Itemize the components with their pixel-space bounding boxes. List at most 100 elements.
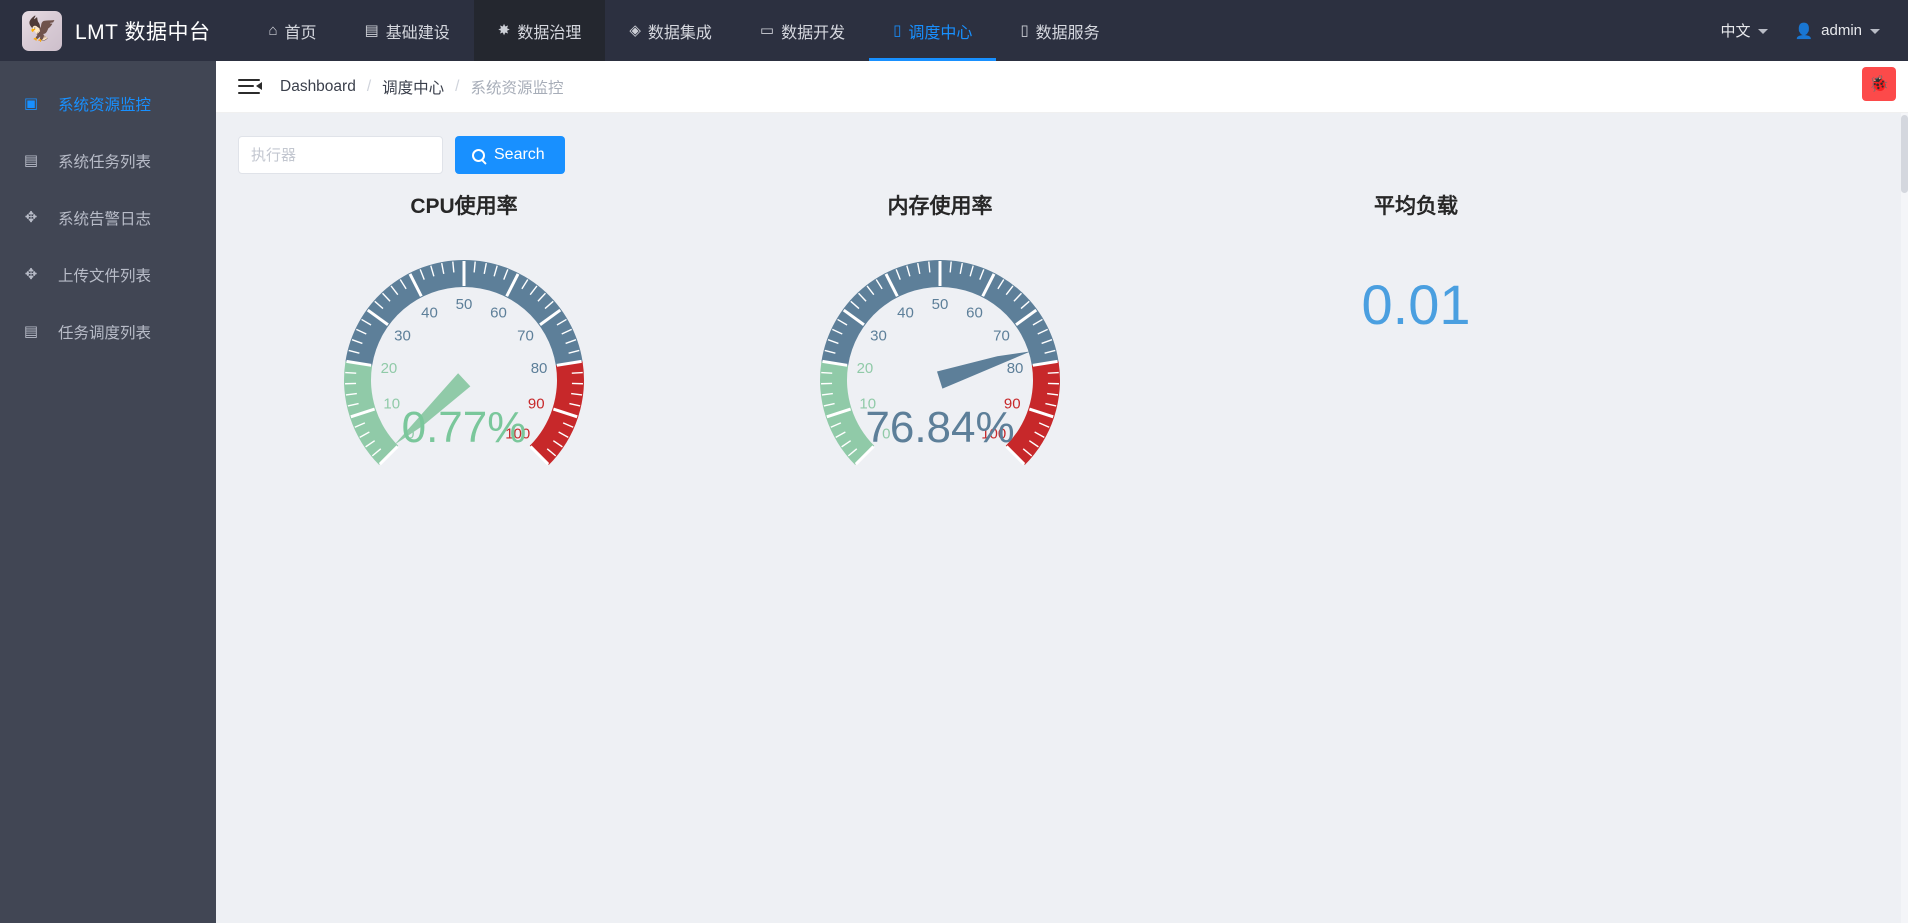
nav-item-data-integration[interactable]: ◈ 数据集成 [605,0,736,61]
average-load-panel: 平均负载 0.01 [1178,172,1654,337]
chevron-down-icon [1870,29,1880,34]
svg-text:40: 40 [897,304,914,321]
monitor-icon: ▭ [760,23,774,38]
svg-text:20: 20 [857,360,874,377]
sidebar-item-system-resource-monitor[interactable]: ▣ 系统资源监控 [0,75,216,132]
metrics-panels: CPU使用率 01020304050607080901000.77% 内存使用率… [216,172,1908,470]
breadcrumb-item-system-resource-monitor: 系统资源监控 [470,76,563,98]
primary-nav: ⌂ 首页 ▤ 基础建设 ✸ 数据治理 ◈ 数据集成 ▭ 数据开发 ▯ 调度中心 … [244,0,1123,61]
bug-report-button[interactable]: 🐞 [1862,67,1896,101]
svg-text:30: 30 [394,327,411,344]
content-area: Search CPU使用率 01020304050607080901000.77… [216,113,1908,923]
nav-item-label: 数据集成 [648,19,712,43]
user-avatar-icon: 👤 [1794,22,1813,40]
nav-item-data-service[interactable]: ▯ 数据服务 [996,0,1123,61]
cpu-usage-gauge: 01020304050607080901000.77% [226,220,702,470]
sidebar-item-system-alarm-log[interactable]: ✥ 系统告警日志 [0,189,216,246]
nav-item-label: 数据开发 [781,19,845,43]
hamburger-collapse-icon[interactable] [238,79,260,95]
sidebar-item-label: 上传文件列表 [58,264,151,286]
brand-logo-area[interactable]: 🦅 LMT 数据中台 [0,0,244,61]
sidebar-item-label: 系统资源监控 [58,93,151,115]
vertical-scrollbar-track[interactable] [1901,113,1908,923]
svg-text:60: 60 [490,304,507,321]
nav-item-label: 数据服务 [1036,19,1100,43]
svg-text:60: 60 [966,304,983,321]
sidebar-item-upload-file-list[interactable]: ✥ 上传文件列表 [0,246,216,303]
search-icon [472,149,485,162]
cpu-usage-panel: CPU使用率 01020304050607080901000.77% [226,172,702,470]
svg-text:10: 10 [383,395,400,412]
cpu-gauge-title: CPU使用率 [226,190,702,220]
node-icon: ✥ [22,210,40,225]
search-button[interactable]: Search [455,136,565,174]
svg-text:50: 50 [456,296,473,313]
memory-gauge-title: 内存使用率 [702,190,1178,220]
document-icon: ▤ [365,23,379,38]
gear-icon: ✸ [498,23,511,38]
upload-icon: ▯ [1020,23,1028,38]
clipboard-icon: ▯ [893,23,901,38]
main-region: Dashboard / 调度中心 / 系统资源监控 🐞 Search [216,61,1908,923]
chevron-down-icon [1758,29,1768,34]
language-selector[interactable]: 中文 [1720,20,1768,41]
code-window-icon: ▣ [22,96,40,111]
nav-item-label: 基础建设 [386,19,450,43]
svg-text:70: 70 [517,327,534,344]
breadcrumb-item-dashboard[interactable]: Dashboard [280,78,356,96]
bug-icon: 🐞 [1869,74,1889,94]
svg-text:20: 20 [381,360,398,377]
cpu-gauge-svg: 01020304050607080901000.77% [314,220,614,470]
sidebar-item-label: 系统任务列表 [58,150,151,172]
nav-item-data-development[interactable]: ▭ 数据开发 [736,0,869,61]
nav-item-data-governance[interactable]: ✸ 数据治理 [474,0,606,61]
list-icon: ▤ [22,153,40,168]
svg-text:0.77%: 0.77% [402,403,527,452]
sidebar-item-label: 任务调度列表 [58,321,151,343]
memory-gauge-svg: 010203040506070809010076.84% [790,220,1090,470]
svg-text:90: 90 [528,395,545,412]
average-load-value: 0.01 [1178,272,1654,337]
nav-item-label: 调度中心 [908,19,972,43]
list-icon: ▤ [22,324,40,339]
breadcrumb-separator: / [455,78,459,96]
svg-text:76.84%: 76.84% [865,403,1014,452]
search-toolbar: Search [216,113,1908,174]
breadcrumb-bar: Dashboard / 调度中心 / 系统资源监控 🐞 [216,61,1908,113]
nav-item-label: 数据治理 [517,19,581,43]
app-title: LMT 数据中台 [75,16,210,46]
sidebar: ▣ 系统资源监控 ▤ 系统任务列表 ✥ 系统告警日志 ✥ 上传文件列表 ▤ 任务… [0,61,216,923]
nav-item-infrastructure[interactable]: ▤ 基础建设 [341,0,474,61]
svg-text:80: 80 [1007,360,1024,377]
executor-input[interactable] [238,136,443,174]
breadcrumb: Dashboard / 调度中心 / 系统资源监控 [280,76,563,98]
sidebar-item-label: 系统告警日志 [58,207,151,229]
svg-text:70: 70 [993,327,1010,344]
breadcrumb-item-scheduling-center[interactable]: 调度中心 [382,76,444,98]
svg-text:40: 40 [421,304,438,321]
sidebar-item-system-task-list[interactable]: ▤ 系统任务列表 [0,132,216,189]
home-icon: ⌂ [268,23,277,38]
svg-text:50: 50 [932,296,949,313]
average-load-title: 平均负载 [1178,190,1654,220]
language-label: 中文 [1720,20,1750,41]
top-navigation-bar: 🦅 LMT 数据中台 ⌂ 首页 ▤ 基础建设 ✸ 数据治理 ◈ 数据集成 ▭ 数… [0,0,1908,61]
breadcrumb-separator: / [367,78,371,96]
nav-item-scheduling-center[interactable]: ▯ 调度中心 [869,0,996,61]
vertical-scrollbar-thumb[interactable] [1901,115,1908,193]
app-shell: ▣ 系统资源监控 ▤ 系统任务列表 ✥ 系统告警日志 ✥ 上传文件列表 ▤ 任务… [0,61,1908,923]
nav-item-label: 首页 [285,19,317,43]
memory-usage-panel: 内存使用率 010203040506070809010076.84% [702,172,1178,470]
cube-icon: ◈ [629,23,641,38]
memory-usage-gauge: 010203040506070809010076.84% [702,220,1178,470]
user-menu[interactable]: 👤 admin [1794,22,1880,40]
search-button-label: Search [494,146,545,164]
nav-item-home[interactable]: ⌂ 首页 [244,0,340,61]
svg-text:80: 80 [531,360,548,377]
user-label: admin [1821,22,1862,39]
svg-text:30: 30 [870,327,887,344]
nav-right-area: 中文 👤 admin [1720,0,1908,61]
sidebar-item-task-schedule-list[interactable]: ▤ 任务调度列表 [0,303,216,360]
node-icon: ✥ [22,267,40,282]
bird-logo-icon: 🦅 [22,11,62,51]
